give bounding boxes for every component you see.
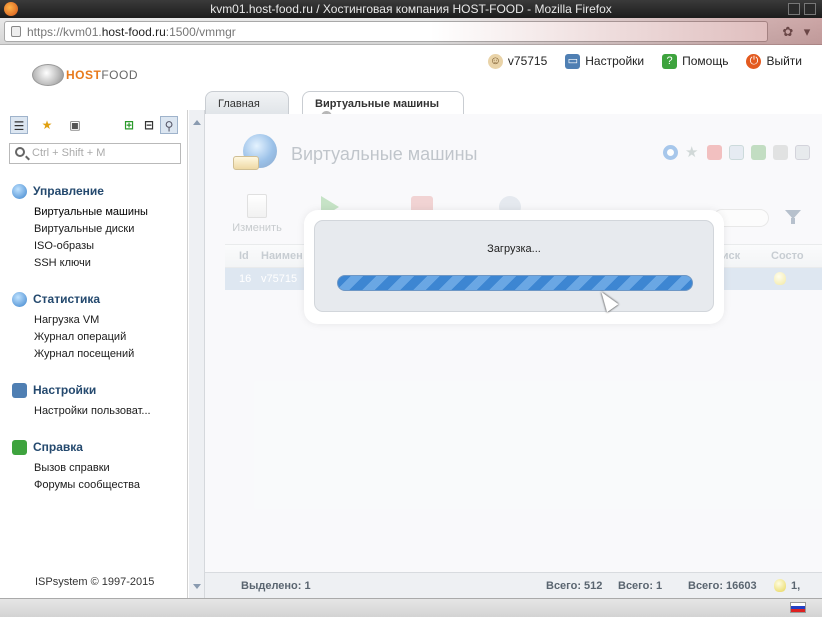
loading-dialog-body: Загрузка... bbox=[314, 220, 714, 312]
loading-message: Загрузка... bbox=[487, 243, 541, 255]
group-statistics: Статистика Нагрузка VM Журнал операций Ж… bbox=[12, 291, 134, 363]
pin-icon[interactable]: ⚲ bbox=[160, 116, 178, 134]
top-menu: ☺ v75715 ▭ Настройки ? Помощь ⏻ Выйти bbox=[487, 53, 802, 69]
selected-count: Выделено: 1 bbox=[241, 580, 311, 592]
help-icon: ? bbox=[662, 53, 678, 69]
help-icon bbox=[12, 439, 27, 455]
url-host: host-food.ru bbox=[101, 25, 166, 39]
window-title: kvm01.host-food.ru / Хостинговая компани… bbox=[210, 2, 612, 16]
group-title-management[interactable]: Управление bbox=[12, 183, 148, 199]
tree-view-icon[interactable]: ☰ bbox=[10, 116, 28, 134]
url-prefix: https://kvm01. bbox=[27, 25, 102, 39]
group-title-statistics[interactable]: Статистика bbox=[12, 291, 134, 307]
sidebar-item-operations-log[interactable]: Журнал операций bbox=[34, 329, 134, 346]
settings-label: Настройки bbox=[585, 54, 645, 68]
search-placeholder: Ctrl + Shift + M bbox=[32, 147, 106, 159]
sidebar-toolbar: ☰ ★ ▣ ⊞ ⊟ ⚲ bbox=[10, 116, 182, 136]
group-title-text: Статистика bbox=[33, 292, 101, 306]
settings-menu[interactable]: ▭ Настройки bbox=[565, 53, 644, 69]
sidebar-item-vm-load[interactable]: Нагрузка VM bbox=[34, 312, 134, 329]
russian-flag-icon[interactable] bbox=[790, 602, 806, 613]
user-icon: ☺ bbox=[487, 53, 503, 69]
chart-icon bbox=[12, 291, 27, 307]
monitor-icon: ▭ bbox=[565, 53, 581, 69]
group-help: Справка Вызов справки Форумы сообщества bbox=[12, 439, 140, 494]
group-title-help[interactable]: Справка bbox=[12, 439, 140, 455]
hostfood-logo[interactable]: HOSTFOOD bbox=[32, 63, 138, 87]
close-icon[interactable] bbox=[804, 3, 816, 15]
favorites-star-icon[interactable]: ★ bbox=[38, 116, 56, 134]
sidebar-item-iso-images[interactable]: ISO-образы bbox=[34, 238, 148, 255]
sidebar-item-virtual-machines[interactable]: Виртуальные машины bbox=[34, 204, 148, 221]
help-menu[interactable]: ? Помощь bbox=[662, 53, 728, 69]
logout-label: Выйти bbox=[766, 54, 802, 68]
total-count-3: Всего: 16603 bbox=[688, 580, 757, 592]
total-count-2: Всего: 1 bbox=[618, 580, 663, 592]
logout-menu[interactable]: ⏻ Выйти bbox=[746, 53, 802, 69]
loading-dialog: Загрузка... bbox=[304, 210, 724, 324]
logo-accent-text: HOST bbox=[66, 68, 102, 82]
url-rest: :1500/vmmgr bbox=[165, 25, 236, 39]
tab-virtual-machines[interactable]: Виртуальные машины✕ bbox=[302, 91, 464, 122]
sidebar: ☰ ★ ▣ ⊞ ⊟ ⚲ Ctrl + Shift + M Управление … bbox=[0, 110, 188, 598]
tab-label: Главная bbox=[218, 98, 260, 110]
collapse-all-icon[interactable]: ⊟ bbox=[140, 116, 158, 134]
expand-all-icon[interactable]: ⊞ bbox=[120, 116, 138, 134]
group-management: Управление Виртуальные машины Виртуальны… bbox=[12, 183, 148, 272]
search-icon bbox=[15, 147, 25, 157]
group-title-text: Справка bbox=[33, 440, 83, 454]
sidebar-item-visits-log[interactable]: Журнал посещений bbox=[34, 346, 134, 363]
sidebar-item-user-settings[interactable]: Настройки пользоват... bbox=[34, 403, 151, 420]
group-title-text: Управление bbox=[33, 184, 104, 198]
scroll-up-icon[interactable] bbox=[193, 120, 201, 125]
tab-label: Виртуальные машины bbox=[315, 98, 440, 110]
logo-disc-icon bbox=[32, 64, 64, 86]
power-icon: ⏻ bbox=[746, 53, 762, 69]
loading-progress-bar bbox=[337, 275, 693, 291]
group-settings: Настройки Настройки пользоват... bbox=[12, 382, 151, 420]
loading-overlay bbox=[205, 114, 822, 572]
user-name: v75715 bbox=[507, 54, 548, 68]
sidebar-search-input[interactable]: Ctrl + Shift + M bbox=[9, 143, 181, 164]
browser-navbar: https://kvm01.host-food.ru:1500/vmmgr ✿ … bbox=[0, 18, 822, 45]
copyright: ISPsystem © 1997-2015 bbox=[35, 576, 155, 588]
total-count-1: Всего: 512 bbox=[546, 580, 603, 592]
group-title-text: Настройки bbox=[33, 383, 97, 397]
sidebar-item-virtual-disks[interactable]: Виртуальные диски bbox=[34, 221, 148, 238]
globe-icon bbox=[12, 183, 27, 199]
logo-text: FOOD bbox=[101, 68, 139, 82]
url-bar[interactable]: https://kvm01.host-food.ru:1500/vmmgr bbox=[4, 21, 768, 42]
status-bar: Выделено: 1 Всего: 512 Всего: 1 Всего: 1… bbox=[205, 572, 822, 598]
window-titlebar: kvm01.host-food.ru / Хостинговая компани… bbox=[0, 0, 822, 18]
help-label: Помощь bbox=[682, 54, 729, 68]
briefcase-icon[interactable]: ▣ bbox=[66, 116, 84, 134]
sidebar-item-community-forums[interactable]: Форумы сообщества bbox=[34, 477, 140, 494]
group-title-settings[interactable]: Настройки bbox=[12, 382, 151, 398]
minimize-icon[interactable] bbox=[788, 3, 800, 15]
tab-home[interactable]: Главная bbox=[205, 91, 289, 115]
lock-icon bbox=[11, 26, 21, 37]
scroll-down-icon[interactable] bbox=[193, 584, 201, 589]
monitor-icon bbox=[12, 382, 27, 398]
bulb-icon bbox=[774, 579, 786, 592]
browser-status-bar bbox=[0, 598, 822, 617]
sidebar-item-call-help[interactable]: Вызов справки bbox=[34, 460, 140, 477]
user-menu[interactable]: ☺ v75715 bbox=[487, 53, 548, 69]
sidebar-splitter[interactable] bbox=[189, 110, 205, 598]
menu-dropdown-icon[interactable]: ▾ bbox=[794, 21, 820, 42]
bulb-count: 1, bbox=[791, 580, 801, 592]
sidebar-item-ssh-keys[interactable]: SSH ключи bbox=[34, 255, 148, 272]
